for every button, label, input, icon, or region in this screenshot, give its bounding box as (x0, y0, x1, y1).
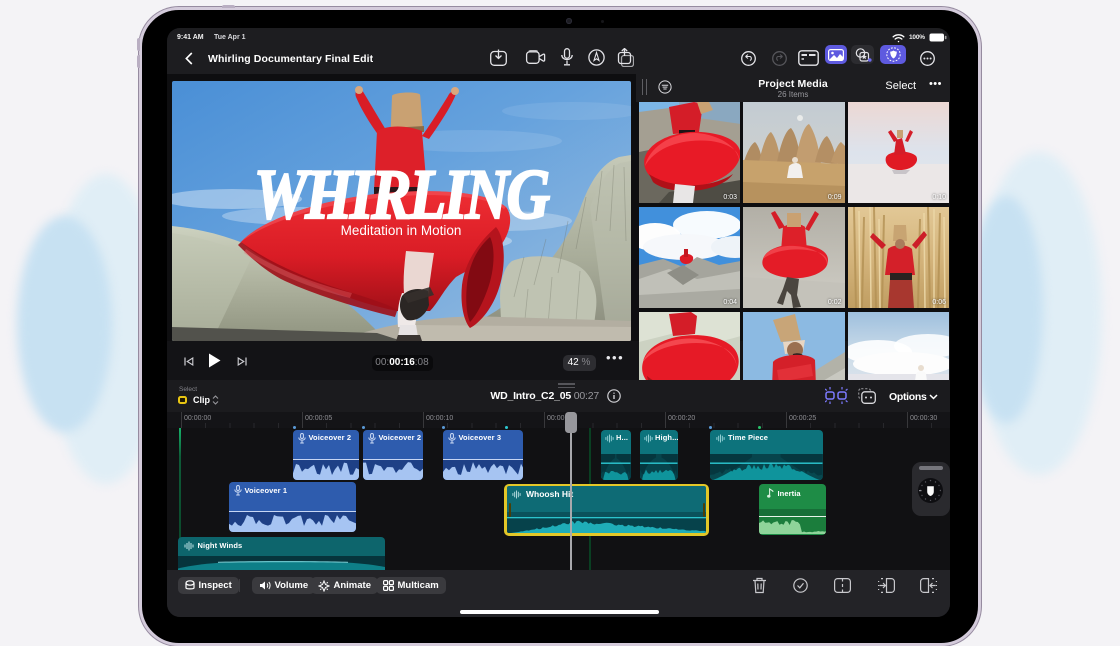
svg-text:Meditation in Motion: Meditation in Motion (341, 223, 462, 238)
